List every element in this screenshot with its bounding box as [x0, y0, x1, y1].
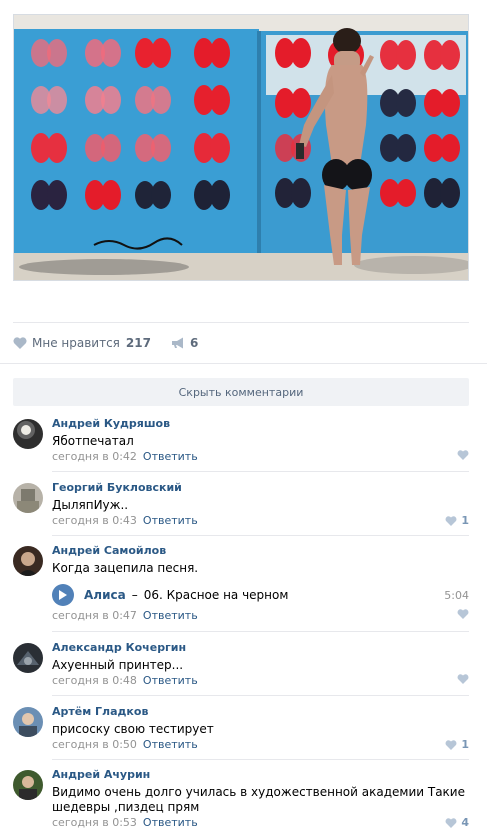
comment-author[interactable]: Артём Гладков — [52, 705, 148, 718]
hide-comments-button[interactable]: Скрыть комментарии — [13, 378, 469, 406]
like-count[interactable]: 217 — [126, 336, 151, 350]
heart-icon — [457, 674, 469, 684]
comment-text: Ахуенный принтер... — [52, 658, 184, 672]
reply-button[interactable]: Ответить — [143, 738, 198, 751]
avatar[interactable] — [13, 770, 43, 800]
reply-button[interactable]: Ответить — [143, 609, 198, 622]
comment-like-count: 1 — [461, 738, 469, 751]
comment-like-count: 1 — [461, 514, 469, 527]
audio-artist[interactable]: Алиса — [84, 588, 126, 602]
comment-like-count: 4 — [461, 816, 469, 829]
comment-time[interactable]: сегодня в 0:42 — [52, 450, 137, 463]
audio-separator: – — [131, 588, 138, 602]
painting-image — [14, 15, 468, 280]
avatar[interactable] — [13, 643, 43, 673]
comment-meta: сегодня в 0:43 Ответить — [52, 514, 198, 527]
heart-icon — [457, 609, 469, 619]
comment-meta: сегодня в 0:47 Ответить — [52, 609, 198, 622]
comment-time[interactable]: сегодня в 0:43 — [52, 514, 137, 527]
divider — [52, 471, 469, 472]
heart-icon — [445, 515, 457, 526]
comment-text: ДыляпИуж.. — [52, 498, 129, 512]
comment: Георгий Букловский ДыляпИуж.. сегодня в … — [13, 481, 469, 529]
comment: Андрей Самойлов Когда зацепила песня. Ал… — [13, 544, 469, 626]
divider — [52, 759, 469, 760]
heart-icon — [457, 450, 469, 460]
heart-icon — [445, 739, 457, 750]
comment-time[interactable]: сегодня в 0:48 — [52, 674, 137, 687]
comment-like-button[interactable]: 1 — [445, 514, 469, 527]
comment-author[interactable]: Георгий Букловский — [52, 481, 182, 494]
play-icon — [59, 590, 67, 600]
comment-author[interactable]: Андрей Самойлов — [52, 544, 166, 557]
post-actions: Мне нравится 217 6 — [13, 334, 198, 352]
comment-author[interactable]: Андрей Ачурин — [52, 768, 150, 781]
share-button[interactable]: 6 — [171, 336, 198, 350]
like-label[interactable]: Мне нравится — [32, 336, 120, 350]
divider — [52, 631, 469, 632]
heart-icon[interactable] — [13, 337, 27, 349]
divider — [52, 535, 469, 536]
post-photo[interactable] — [13, 14, 469, 281]
comment-meta: сегодня в 0:53 Ответить — [52, 816, 198, 829]
audio-duration: 5:04 — [444, 588, 469, 602]
divider — [0, 363, 487, 364]
reply-button[interactable]: Ответить — [143, 674, 198, 687]
comment-like-button[interactable]: 4 — [445, 816, 469, 829]
play-button[interactable] — [52, 584, 74, 606]
reply-button[interactable]: Ответить — [143, 450, 198, 463]
comment-time[interactable]: сегодня в 0:50 — [52, 738, 137, 751]
comment-author[interactable]: Александр Кочергин — [52, 641, 186, 654]
comment-time[interactable]: сегодня в 0:53 — [52, 816, 137, 829]
avatar[interactable] — [13, 546, 43, 576]
comment-like-button[interactable] — [457, 609, 469, 619]
comment-meta: сегодня в 0:50 Ответить — [52, 738, 198, 751]
divider — [13, 322, 469, 323]
avatar[interactable] — [13, 707, 43, 737]
comment-author[interactable]: Андрей Кудряшов — [52, 417, 170, 430]
audio-title[interactable]: 06. Красное на черном — [144, 588, 289, 602]
audio-attachment: Алиса – 06. Красное на черном 5:04 — [52, 584, 469, 606]
comment: Александр Кочергин Ахуенный принтер... с… — [13, 641, 469, 689]
comment-time[interactable]: сегодня в 0:47 — [52, 609, 137, 622]
megaphone-icon — [171, 337, 185, 349]
reply-button[interactable]: Ответить — [143, 816, 198, 829]
comment-text: присоску свою тестирует — [52, 722, 214, 736]
comment-text: Когда зацепила песня. — [52, 561, 199, 575]
avatar[interactable] — [13, 483, 43, 513]
comment-text: Видимо очень долго училась в художествен… — [52, 785, 465, 814]
comment-meta: сегодня в 0:42 Ответить — [52, 450, 198, 463]
comment-like-button[interactable] — [457, 674, 469, 684]
comment: Артём Гладков присоску свою тестирует се… — [13, 705, 469, 753]
comment-text: Яботпечатал — [52, 434, 134, 448]
comment: Андрей Ачурин Видимо очень долго училась… — [13, 768, 469, 832]
reply-button[interactable]: Ответить — [143, 514, 198, 527]
avatar[interactable] — [13, 419, 43, 449]
comment-like-button[interactable]: 1 — [445, 738, 469, 751]
comment-like-button[interactable] — [457, 450, 469, 460]
comment-meta: сегодня в 0:48 Ответить — [52, 674, 198, 687]
comment: Андрей Кудряшов Яботпечатал сегодня в 0:… — [13, 417, 469, 465]
divider — [52, 695, 469, 696]
heart-icon — [445, 817, 457, 828]
share-count: 6 — [189, 336, 199, 350]
